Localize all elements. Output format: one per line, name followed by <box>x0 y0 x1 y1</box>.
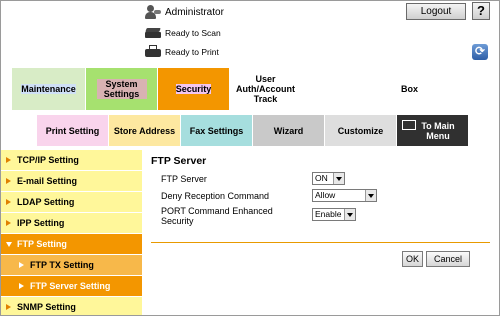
port-command-label: PORT Command Enhanced Security <box>161 206 273 226</box>
tab-label: Store Address <box>113 125 176 136</box>
tab-network[interactable]: Network <box>302 68 374 110</box>
page-title: FTP Server <box>151 155 207 167</box>
ok-button[interactable]: OK <box>402 251 423 267</box>
sidebar-item-label: E-mail Setting <box>17 176 78 186</box>
sidebar-item-ftp-server[interactable]: FTP Server Setting <box>1 276 142 297</box>
chevron-right-icon <box>6 304 11 310</box>
tab-system-settings[interactable]: System Settings <box>86 68 158 110</box>
dropdown-arrow-icon <box>333 173 344 184</box>
sidebar-item-snmp[interactable]: SNMP Setting <box>1 297 142 316</box>
sidebar-item-label: TCP/IP Setting <box>17 155 79 165</box>
tab-label: User Auth/Account Track <box>236 74 295 104</box>
tab-label: Customize <box>337 125 384 136</box>
tab-label: Network <box>319 84 356 94</box>
subtab-wizard[interactable]: Wizard <box>253 115 325 146</box>
sidebar-item-ldap[interactable]: LDAP Setting <box>1 192 142 213</box>
tab-label: Maintenance <box>21 84 76 94</box>
tab-security[interactable]: Security <box>158 68 230 110</box>
tab-label: Print Setting <box>45 125 100 136</box>
tab-label: To Main Menu <box>421 120 455 141</box>
sidebar-item-ftp[interactable]: FTP Setting <box>1 234 142 255</box>
printer-icon <box>145 45 161 58</box>
subtab-fax-settings[interactable]: Fax Settings <box>181 115 253 146</box>
ftp-server-select[interactable]: ON <box>312 172 345 185</box>
sidebar: TCP/IP Setting E-mail Setting LDAP Setti… <box>1 150 142 315</box>
chevron-right-icon <box>19 262 24 268</box>
dropdown-arrow-icon <box>344 209 355 220</box>
main-menu-icon <box>402 120 416 130</box>
scan-status: Ready to Scan <box>145 27 221 39</box>
chevron-right-icon <box>6 178 11 184</box>
divider <box>151 242 490 243</box>
logout-button[interactable]: Logout <box>406 3 466 20</box>
deny-reception-select[interactable]: Allow <box>312 189 377 202</box>
sidebar-item-ftp-tx[interactable]: FTP TX Setting <box>1 255 142 276</box>
admin-user-icon <box>145 4 161 20</box>
tab-maintenance[interactable]: Maintenance <box>12 68 86 110</box>
sidebar-item-label: FTP TX Setting <box>30 260 94 270</box>
deny-reception-label: Deny Reception Command <box>161 191 270 201</box>
refresh-icon[interactable]: ⟳ <box>472 44 488 60</box>
tab-user-auth-account-track[interactable]: User Auth/Account Track <box>230 68 302 110</box>
port-command-select[interactable]: Enable <box>312 208 356 221</box>
chevron-down-icon <box>6 241 12 247</box>
scanner-icon <box>145 27 161 39</box>
sidebar-item-tcp-ip[interactable]: TCP/IP Setting <box>1 150 142 171</box>
chevron-right-icon <box>19 283 24 289</box>
sidebar-item-label: SNMP Setting <box>17 302 76 312</box>
select-value: ON <box>315 173 328 183</box>
user-name: Administrator <box>165 6 224 18</box>
chevron-right-icon <box>6 220 11 226</box>
help-button[interactable]: ? <box>472 2 490 20</box>
subtab-customize[interactable]: Customize <box>325 115 397 146</box>
tab-label: Security <box>175 84 212 94</box>
ftp-server-label: FTP Server <box>161 174 207 184</box>
sidebar-item-label: IPP Setting <box>17 218 65 228</box>
user-indicator: Administrator <box>145 4 224 20</box>
tab-label: System Settings <box>96 79 147 99</box>
scan-status-text: Ready to Scan <box>165 28 221 38</box>
dropdown-arrow-icon <box>365 190 376 201</box>
sidebar-item-label: FTP Setting <box>17 239 67 249</box>
subtab-to-main-menu[interactable]: To Main Menu <box>397 115 469 146</box>
tab-label: Wizard <box>273 125 304 136</box>
sidebar-item-label: LDAP Setting <box>17 197 75 207</box>
print-status-text: Ready to Print <box>165 46 219 57</box>
select-value: Allow <box>315 190 336 200</box>
tab-label: Fax Settings <box>189 125 244 136</box>
sidebar-item-label: FTP Server Setting <box>30 281 111 291</box>
subtab-print-setting[interactable]: Print Setting <box>37 115 109 146</box>
sidebar-item-ipp[interactable]: IPP Setting <box>1 213 142 234</box>
print-status: Ready to Print <box>145 45 219 58</box>
select-value: Enable <box>315 209 342 219</box>
sidebar-item-email[interactable]: E-mail Setting <box>1 171 142 192</box>
tab-label: Box <box>400 84 418 94</box>
chevron-right-icon <box>6 157 11 163</box>
chevron-right-icon <box>6 199 11 205</box>
subtab-store-address[interactable]: Store Address <box>109 115 181 146</box>
cancel-button[interactable]: Cancel <box>426 251 470 267</box>
tab-box[interactable]: Box <box>374 68 446 110</box>
